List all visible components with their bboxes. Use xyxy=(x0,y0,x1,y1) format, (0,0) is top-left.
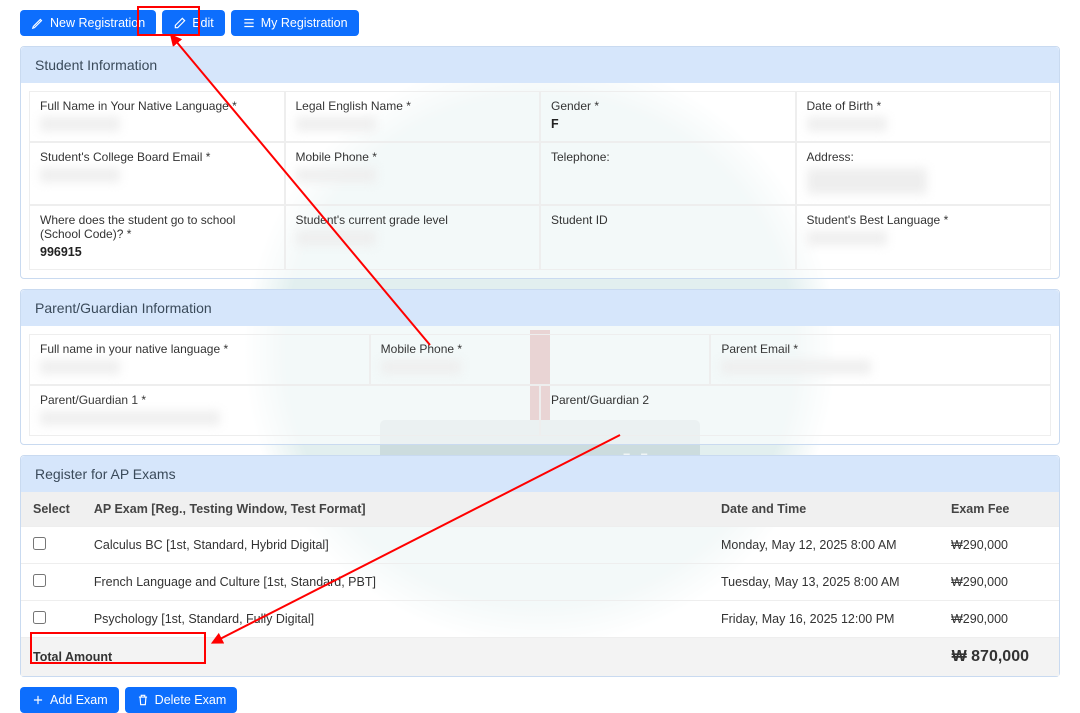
edit-label: Edit xyxy=(192,16,214,30)
exam-name: French Language and Culture [1st, Standa… xyxy=(82,564,709,601)
exam-table: Select AP Exam [Reg., Testing Window, Te… xyxy=(21,492,1059,676)
student-info-panel: Student Information Full Name in Your Na… xyxy=(20,46,1060,279)
exam-fee: ₩290,000 xyxy=(939,601,1059,638)
parent-info-panel: Parent/Guardian Information Full name in… xyxy=(20,289,1060,445)
edit-icon xyxy=(173,16,187,30)
toolbar: New Registration Edit My Registration xyxy=(20,10,1060,36)
label: Where does the student go to school (Sch… xyxy=(40,213,274,241)
field-parent-name: Full name in your native language * xx xyxy=(29,334,370,385)
exam-datetime: Monday, May 12, 2025 8:00 AM xyxy=(709,527,939,564)
redacted-value: xxx xyxy=(40,117,120,131)
exam-fee: ₩290,000 xyxy=(939,564,1059,601)
new-registration-button[interactable]: New Registration xyxy=(20,10,156,36)
value xyxy=(551,168,785,182)
total-row: Total Amount ₩ 870,000 xyxy=(21,638,1059,677)
label: Date of Birth * xyxy=(807,99,1041,113)
redacted-value: xxxx xyxy=(296,117,376,131)
exam-datetime: Tuesday, May 13, 2025 8:00 AM xyxy=(709,564,939,601)
field-guardian2: Parent/Guardian 2 xyxy=(540,385,1051,436)
row-select-checkbox[interactable] xyxy=(33,537,46,550)
value xyxy=(551,411,1040,425)
label: Student's current grade level xyxy=(296,213,530,227)
field-school-code: Where does the student go to school (Sch… xyxy=(29,205,285,270)
field-mobile: Mobile Phone * xxxxxx xyxy=(285,142,541,205)
field-telephone: Telephone: xyxy=(540,142,796,205)
col-datetime: Date and Time xyxy=(709,492,939,527)
redacted-value: xxxxxxxxxx xyxy=(721,360,871,374)
label: Student's Best Language * xyxy=(807,213,1041,227)
plus-icon xyxy=(31,693,45,707)
label: Gender * xyxy=(551,99,785,113)
exam-header: Register for AP Exams xyxy=(21,456,1059,492)
field-cb-email: Student's College Board Email * xxxxxxxx… xyxy=(29,142,285,205)
value: 996915 xyxy=(40,245,274,259)
exam-panel: Register for AP Exams Select AP Exam [Re… xyxy=(20,455,1060,677)
exam-name: Calculus BC [1st, Standard, Hybrid Digit… xyxy=(82,527,709,564)
redacted-value: xxxxxx xyxy=(807,117,887,131)
trash-icon xyxy=(136,693,150,707)
col-select: Select xyxy=(21,492,82,527)
total-value: ₩ 870,000 xyxy=(939,638,1059,677)
exam-actions: Add Exam Delete Exam xyxy=(20,687,1060,713)
parent-info-header: Parent/Guardian Information xyxy=(21,290,1059,326)
label: Telephone: xyxy=(551,150,785,164)
edit-button[interactable]: Edit xyxy=(162,10,225,36)
col-exam: AP Exam [Reg., Testing Window, Test Form… xyxy=(82,492,709,527)
field-best-lang: Student's Best Language * xxxxxx xyxy=(796,205,1052,270)
redacted-value: xxxxxx xyxy=(296,168,376,182)
field-grade: Student's current grade level xxx xyxy=(285,205,541,270)
label: Full Name in Your Native Language * xyxy=(40,99,274,113)
delete-exam-button[interactable]: Delete Exam xyxy=(125,687,238,713)
label: Full name in your native language * xyxy=(40,342,359,356)
redacted-value: xxxxxxxxxx xyxy=(40,411,220,425)
list-icon xyxy=(242,16,256,30)
field-dob: Date of Birth * xxxxxx xyxy=(796,91,1052,142)
label: Student ID xyxy=(551,213,785,227)
redacted-value: xxx xyxy=(296,231,376,245)
label: Mobile Phone * xyxy=(381,342,700,356)
label: Parent/Guardian 2 xyxy=(551,393,1040,407)
exam-datetime: Friday, May 16, 2025 12:00 PM xyxy=(709,601,939,638)
redacted-value: x xyxy=(807,168,927,194)
field-gender: Gender * F xyxy=(540,91,796,142)
add-exam-label: Add Exam xyxy=(50,693,108,707)
new-registration-label: New Registration xyxy=(50,16,145,30)
field-student-id: Student ID xyxy=(540,205,796,270)
my-registration-button[interactable]: My Registration xyxy=(231,10,359,36)
my-registration-label: My Registration xyxy=(261,16,348,30)
value: F xyxy=(551,117,785,131)
field-full-name: Full Name in Your Native Language * xxx xyxy=(29,91,285,142)
col-fee: Exam Fee xyxy=(939,492,1059,527)
field-guardian1: Parent/Guardian 1 * xxxxxxxxxx xyxy=(29,385,540,436)
redacted-value: xxxxxx xyxy=(807,231,887,245)
label: Student's College Board Email * xyxy=(40,150,274,164)
value xyxy=(551,231,785,245)
label: Parent/Guardian 1 * xyxy=(40,393,529,407)
label: Mobile Phone * xyxy=(296,150,530,164)
row-select-checkbox[interactable] xyxy=(33,574,46,587)
table-row: Calculus BC [1st, Standard, Hybrid Digit… xyxy=(21,527,1059,564)
redacted-value: xxxxxx xyxy=(381,360,461,374)
label: Parent Email * xyxy=(721,342,1040,356)
exam-name: Psychology [1st, Standard, Fully Digital… xyxy=(82,601,709,638)
field-address: Address: x xyxy=(796,142,1052,205)
add-exam-button[interactable]: Add Exam xyxy=(20,687,119,713)
redacted-value: xxxxxxxxxx xyxy=(40,168,120,182)
table-row: Psychology [1st, Standard, Fully Digital… xyxy=(21,601,1059,638)
field-parent-mobile: Mobile Phone * xxxxxx xyxy=(370,334,711,385)
row-select-checkbox[interactable] xyxy=(33,611,46,624)
total-label: Total Amount xyxy=(21,638,939,677)
field-legal-name: Legal English Name * xxxx xyxy=(285,91,541,142)
redacted-value: xx xyxy=(40,360,120,374)
field-parent-email: Parent Email * xxxxxxxxxx xyxy=(710,334,1051,385)
pencil-icon xyxy=(31,16,45,30)
table-row: French Language and Culture [1st, Standa… xyxy=(21,564,1059,601)
delete-exam-label: Delete Exam xyxy=(155,693,227,707)
label: Address: xyxy=(807,150,1041,164)
exam-fee: ₩290,000 xyxy=(939,527,1059,564)
label: Legal English Name * xyxy=(296,99,530,113)
student-info-header: Student Information xyxy=(21,47,1059,83)
